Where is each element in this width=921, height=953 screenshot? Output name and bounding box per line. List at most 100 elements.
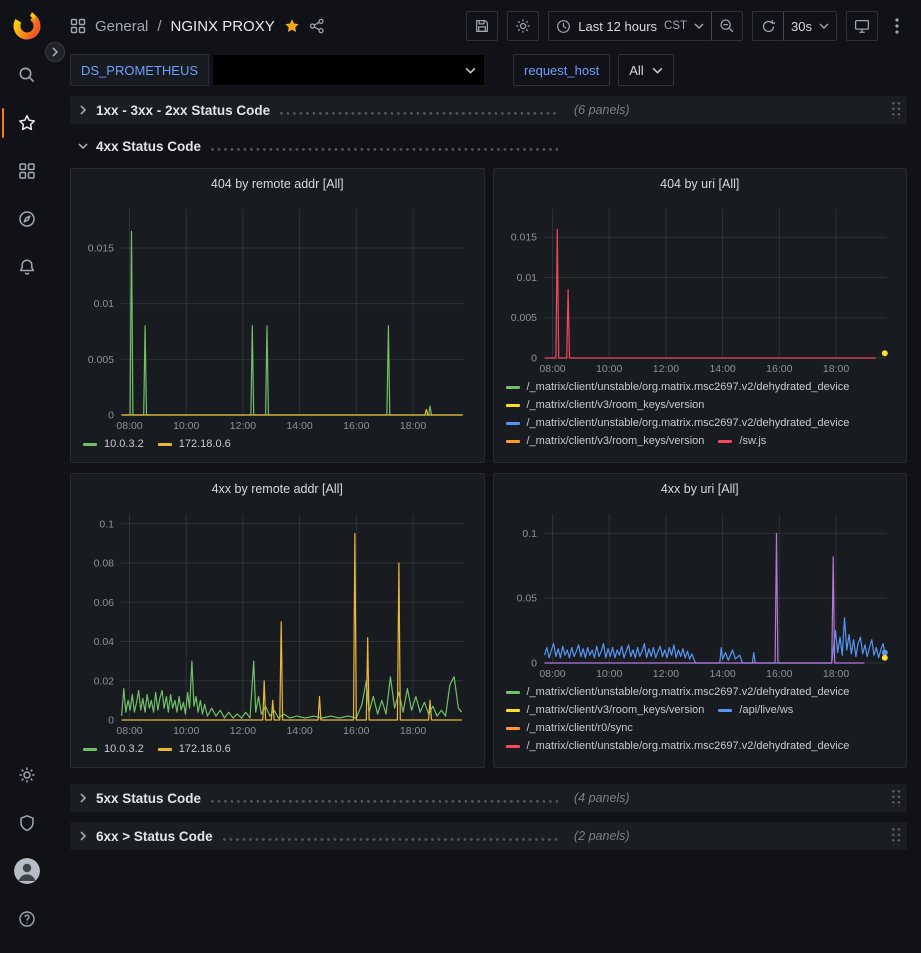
svg-text:14:00: 14:00 bbox=[709, 363, 735, 375]
sidebar-item-starred[interactable] bbox=[0, 99, 54, 147]
svg-text:16:00: 16:00 bbox=[766, 668, 792, 680]
timeseries-chart[interactable]: 08:0010:0012:0014:0016:0018:0000.020.040… bbox=[79, 504, 476, 740]
sidebar-item-help[interactable] bbox=[0, 895, 54, 943]
svg-text:0.05: 0.05 bbox=[516, 593, 537, 605]
row-drag-handle[interactable] bbox=[892, 102, 903, 119]
save-dashboard-button[interactable] bbox=[466, 11, 498, 41]
share-icon[interactable] bbox=[309, 18, 325, 34]
sidebar-item-alerting[interactable] bbox=[0, 243, 54, 291]
breadcrumb-section[interactable]: General bbox=[95, 18, 148, 35]
timeseries-chart[interactable]: 08:0010:0012:0014:0016:0018:0000.050.1 bbox=[502, 504, 899, 683]
sidebar-item-search[interactable] bbox=[0, 51, 54, 99]
breadcrumb-dashboard-title[interactable]: NGINX PROXY bbox=[171, 18, 275, 35]
legend-item[interactable]: /sw.js bbox=[718, 435, 766, 447]
legend-swatch bbox=[83, 443, 97, 446]
timeseries-chart[interactable]: 08:0010:0012:0014:0016:0018:0000.0050.01… bbox=[502, 199, 899, 378]
svg-text:08:00: 08:00 bbox=[539, 363, 565, 375]
tv-mode-button[interactable] bbox=[846, 11, 878, 41]
svg-text:18:00: 18:00 bbox=[822, 363, 848, 375]
chevron-down-icon bbox=[694, 23, 704, 29]
more-options-button[interactable] bbox=[887, 11, 907, 41]
panel-legend: /_matrix/client/unstable/org.matrix.msc2… bbox=[502, 683, 899, 761]
svg-text:12:00: 12:00 bbox=[652, 668, 678, 680]
svg-text:0.01: 0.01 bbox=[516, 272, 537, 284]
time-range-picker[interactable]: Last 12 hours CST bbox=[548, 11, 712, 41]
panel-title[interactable]: 404 by uri [All] bbox=[502, 169, 899, 199]
request-host-variable-select[interactable]: All bbox=[618, 54, 673, 86]
row-drag-handle[interactable] bbox=[892, 790, 903, 807]
datasource-variable-label[interactable]: DS_PROMETHEUS bbox=[70, 54, 209, 86]
dotted-leader bbox=[223, 838, 558, 842]
dotted-leader bbox=[280, 112, 558, 116]
row-header-4xx[interactable]: 4xx Status Code bbox=[70, 132, 907, 160]
grafana-logo[interactable] bbox=[11, 9, 43, 41]
favorite-star-icon[interactable] bbox=[284, 18, 300, 34]
legend-item[interactable]: 10.0.3.2 bbox=[83, 743, 144, 755]
svg-text:14:00: 14:00 bbox=[286, 420, 312, 432]
chevron-down-icon bbox=[819, 23, 829, 29]
legend-item[interactable]: /_matrix/client/v3/room_keys/version bbox=[506, 704, 705, 716]
svg-text:0.1: 0.1 bbox=[99, 518, 114, 530]
legend-item[interactable]: /_matrix/client/r0/sync bbox=[506, 722, 633, 734]
breadcrumb-separator: / bbox=[157, 18, 161, 35]
sidebar bbox=[0, 0, 54, 953]
dashboards-grid-icon bbox=[18, 162, 36, 180]
legend-item[interactable]: /_matrix/client/unstable/org.matrix.msc2… bbox=[506, 381, 850, 393]
sidebar-expand-button[interactable] bbox=[45, 42, 65, 62]
row-header-5xx[interactable]: 5xx Status Code (4 panels) bbox=[70, 784, 907, 812]
panel-title[interactable]: 404 by remote addr [All] bbox=[79, 169, 476, 199]
legend-item[interactable]: 172.18.0.6 bbox=[158, 743, 231, 755]
svg-text:12:00: 12:00 bbox=[230, 725, 256, 737]
sidebar-item-explore[interactable] bbox=[0, 195, 54, 243]
request-host-variable-value: All bbox=[629, 63, 643, 78]
apps-icon bbox=[70, 18, 86, 34]
timeseries-chart[interactable]: 08:0010:0012:0014:0016:0018:0000.0050.01… bbox=[79, 199, 476, 435]
legend-item[interactable]: /_matrix/client/unstable/org.matrix.msc2… bbox=[506, 686, 850, 698]
sidebar-item-dashboards[interactable] bbox=[0, 147, 54, 195]
svg-text:0.015: 0.015 bbox=[88, 242, 114, 254]
legend-item[interactable]: 10.0.3.2 bbox=[83, 438, 144, 450]
help-icon bbox=[18, 910, 36, 928]
row-header-1xx-3xx-2xx[interactable]: 1xx - 3xx - 2xx Status Code (6 panels) bbox=[70, 96, 907, 124]
svg-text:0: 0 bbox=[531, 353, 537, 365]
datasource-variable-select[interactable] bbox=[213, 54, 485, 86]
sidebar-item-server-admin[interactable] bbox=[0, 799, 54, 847]
refresh-interval-picker[interactable]: 30s bbox=[783, 11, 837, 41]
svg-text:0: 0 bbox=[108, 410, 114, 422]
dashboard-settings-button[interactable] bbox=[507, 11, 539, 41]
panel-title[interactable]: 4xx by remote addr [All] bbox=[79, 474, 476, 504]
panel-title[interactable]: 4xx by uri [All] bbox=[502, 474, 899, 504]
sidebar-item-profile[interactable] bbox=[0, 847, 54, 895]
svg-text:0.04: 0.04 bbox=[94, 636, 115, 648]
row-left: 4xx Status Code bbox=[74, 139, 566, 154]
panel-legend: /_matrix/client/unstable/org.matrix.msc2… bbox=[502, 378, 899, 456]
panel-grid-row-1: 404 by remote addr [All] 08:0010:0012:00… bbox=[70, 168, 907, 463]
panel-legend: 10.0.3.2 172.18.0.6 bbox=[79, 740, 476, 761]
top-navbar: General / NGINX PROXY Last 12 hours CST bbox=[54, 0, 921, 52]
legend-item[interactable]: 172.18.0.6 bbox=[158, 438, 231, 450]
row-header-6xx[interactable]: 6xx > Status Code (2 panels) bbox=[70, 822, 907, 850]
refresh-group: 30s bbox=[752, 11, 837, 41]
chevron-right-icon bbox=[74, 105, 92, 115]
legend-swatch bbox=[506, 422, 520, 425]
kebab-menu-icon bbox=[895, 18, 899, 34]
legend-swatch bbox=[506, 727, 520, 730]
legend-item[interactable]: /_matrix/client/v3/room_keys/version bbox=[506, 399, 705, 411]
svg-text:10:00: 10:00 bbox=[596, 668, 622, 680]
row-panel-count: (2 panels) bbox=[574, 829, 630, 843]
sidebar-item-configuration[interactable] bbox=[0, 751, 54, 799]
zoom-out-time-button[interactable] bbox=[711, 11, 743, 41]
legend-item[interactable]: /_matrix/client/unstable/org.matrix.msc2… bbox=[506, 740, 850, 752]
legend-item[interactable]: /_matrix/client/unstable/org.matrix.msc2… bbox=[506, 417, 850, 429]
legend-item[interactable]: /api/live/ws bbox=[718, 704, 793, 716]
svg-text:16:00: 16:00 bbox=[343, 420, 369, 432]
dotted-leader bbox=[211, 148, 558, 152]
refresh-button[interactable] bbox=[752, 11, 784, 41]
legend-swatch bbox=[718, 709, 732, 712]
row-drag-handle[interactable] bbox=[892, 828, 903, 845]
row-panel-count: (4 panels) bbox=[574, 791, 630, 805]
row-left: 6xx > Status Code bbox=[74, 829, 566, 844]
time-controls-group: Last 12 hours CST bbox=[548, 11, 743, 41]
request-host-variable-label[interactable]: request_host bbox=[513, 54, 610, 86]
legend-item[interactable]: /_matrix/client/v3/room_keys/version bbox=[506, 435, 705, 447]
